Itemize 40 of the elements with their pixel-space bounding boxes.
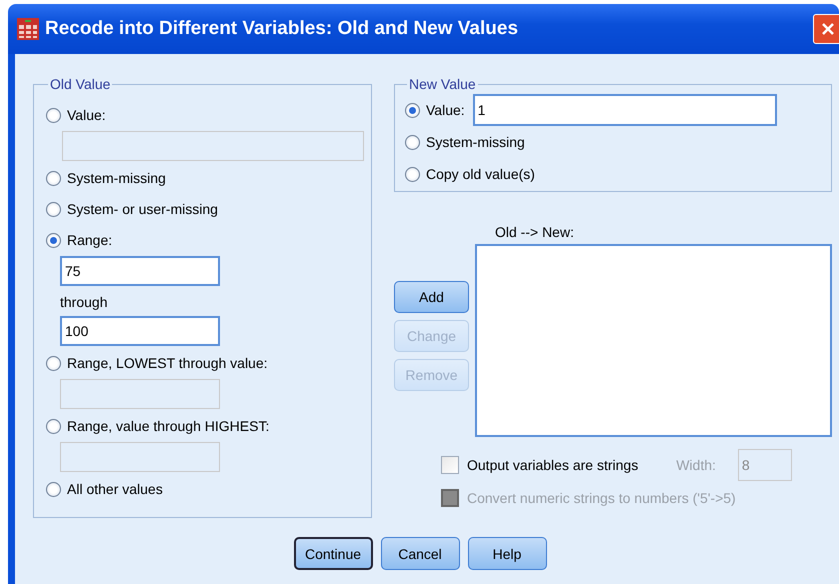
close-button[interactable]: [813, 14, 839, 44]
option-label: System- or user-missing: [67, 201, 218, 217]
group-title: Old Value: [49, 76, 112, 92]
grid-icon: [16, 17, 40, 41]
window-title: Recode into Different Variables: Old and New Values: [45, 18, 520, 40]
dialog-button[interactable]: Cancel: [380, 537, 460, 570]
option-label: Value:: [67, 107, 106, 123]
checkbox-label: Output variables are strings: [467, 457, 638, 473]
option-label: Copy old value(s): [426, 166, 535, 182]
width-label: Width:: [676, 457, 716, 473]
option-label: All other values: [67, 481, 163, 497]
radio-button[interactable]: [405, 134, 420, 150]
text-field[interactable]: 100: [60, 316, 220, 346]
close-icon: [820, 21, 836, 37]
option-label: Value:: [426, 102, 465, 118]
list-label: Old --> New:: [495, 224, 575, 240]
radio-button[interactable]: [405, 102, 420, 118]
radio-button[interactable]: [46, 170, 61, 186]
radio-button[interactable]: [46, 482, 61, 496]
checkbox-label: Convert numeric strings to numbers ('5'->5): [467, 490, 736, 506]
radio-button[interactable]: [46, 418, 61, 434]
radio-button[interactable]: [46, 108, 61, 122]
radio-button[interactable]: [46, 232, 61, 248]
through-label: through: [60, 294, 108, 310]
option-label: Range, value through HIGHEST:: [67, 418, 270, 434]
dialog-button[interactable]: Continue: [294, 537, 372, 570]
radio-button[interactable]: [405, 166, 420, 182]
group-title: New Value: [408, 76, 477, 92]
checkbox[interactable]: [441, 456, 459, 474]
option-label: System-missing: [426, 134, 525, 150]
side-button[interactable]: Add: [394, 281, 469, 313]
option-label: Range:: [67, 232, 112, 248]
old-new-list[interactable]: [475, 244, 832, 437]
value-field[interactable]: 1: [472, 94, 777, 126]
option-label: Range, LOWEST through value:: [67, 355, 268, 371]
radio-button[interactable]: [46, 356, 61, 370]
dialog-button[interactable]: Help: [468, 537, 546, 570]
text-field[interactable]: 75: [60, 256, 220, 286]
option-label: System-missing: [67, 170, 166, 186]
radio-button[interactable]: [46, 202, 61, 216]
